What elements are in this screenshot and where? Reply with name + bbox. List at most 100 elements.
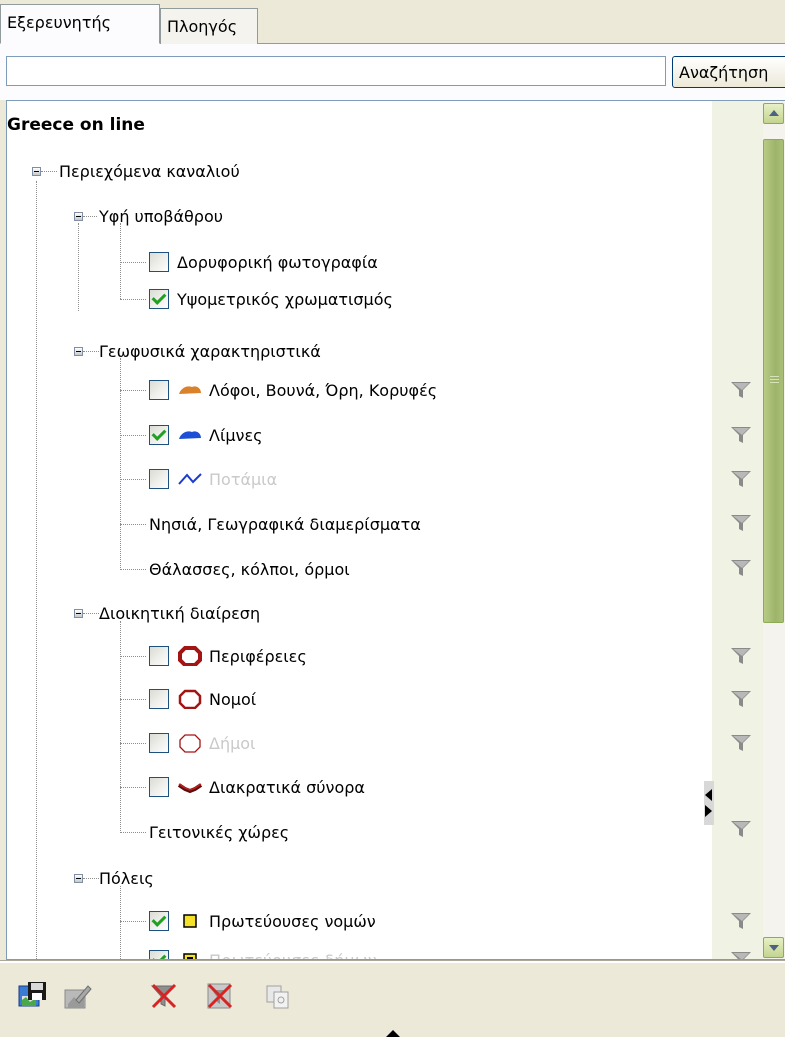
layer-checkbox[interactable] (149, 950, 169, 959)
filter-icon[interactable] (730, 513, 752, 533)
tree-item-islands[interactable]: Νησιά, Γεωγραφικά διαμερίσματα (149, 511, 421, 537)
tree-item-label: Υφή υποβάθρου (99, 206, 223, 226)
tree-item-label: Ποτάμια (209, 469, 278, 489)
lake-icon (177, 425, 203, 445)
mountain-icon (177, 380, 203, 400)
collapse-toggle[interactable] (74, 609, 83, 618)
layer-checkbox[interactable] (149, 646, 169, 666)
layer-checkbox[interactable] (149, 252, 169, 272)
search-button[interactable]: Αναζήτηση (672, 56, 785, 88)
tree-item-label: Νομοί (209, 689, 257, 709)
filter-icon[interactable] (730, 819, 752, 839)
tab-explorer[interactable]: Εξερευνητής (0, 4, 160, 44)
scroll-down-button[interactable] (763, 937, 784, 958)
arrow-up-icon (769, 110, 779, 116)
tree-line (120, 886, 121, 959)
filter-icon[interactable] (730, 646, 752, 666)
tree-item-elevation-coloring[interactable]: Υψομετρικός χρωματισμός (149, 286, 393, 312)
tree-item-mountains[interactable]: Λόφοι, Βουνά, Όρη, Κορυφές (149, 377, 437, 403)
tree-item-municipal-capitals[interactable]: Πρωτεύουσες δήμων (149, 947, 377, 959)
filter-icon[interactable] (730, 911, 752, 931)
tree-item-prefecture-capitals[interactable]: Πρωτεύουσες νομών (149, 908, 376, 934)
tree-item-label: Πρωτεύουσες νομών (209, 911, 376, 931)
grip-icon (770, 376, 779, 385)
layer-checkbox[interactable] (149, 380, 169, 400)
vertical-scrollbar[interactable] (763, 101, 785, 959)
tree-item-label: Λόφοι, Βουνά, Όρη, Κορυφές (209, 380, 438, 400)
tree-item-regions[interactable]: Περιφέρειες (149, 643, 307, 669)
toolbar-separator (0, 960, 785, 963)
tree-line (120, 921, 146, 922)
layer-tree-panel: Greece on line Περιεχόμενα καναλιού Υφή … (6, 100, 785, 960)
resize-grip-icon[interactable] (378, 1028, 408, 1037)
scroll-thumb[interactable] (763, 139, 784, 623)
collapse-toggle[interactable] (74, 874, 83, 883)
tree-line (120, 262, 146, 263)
tree-item-label: Γεωφυσικά χαρακτηριστικά (99, 341, 321, 361)
tree-line (120, 787, 146, 788)
tree-group-administrative[interactable]: Διοικητική διαίρεση (99, 600, 260, 626)
layer-checkbox[interactable] (149, 777, 169, 797)
tree-group-geophysical[interactable]: Γεωφυσικά χαρακτηριστικά (99, 338, 321, 364)
layer-checkbox[interactable] (149, 689, 169, 709)
tree-group-channel-contents[interactable]: Περιεχόμενα καναλιού (59, 158, 240, 184)
tree-item-label: Γειτονικές χώρες (149, 822, 290, 842)
layer-checkbox[interactable] (149, 911, 169, 931)
river-icon (177, 469, 203, 489)
tree-item-satellite-photo[interactable]: Δορυφορική φωτογραφία (149, 249, 378, 275)
tree-item-label: Δήμοι (209, 733, 256, 753)
tree-item-lakes[interactable]: Λίμνες (149, 422, 263, 448)
tree-item-prefectures[interactable]: Νομοί (149, 686, 256, 712)
tree-item-neighbor-countries[interactable]: Γειτονικές χώρες (149, 819, 289, 845)
tree-line (120, 390, 146, 391)
filter-icon[interactable] (730, 689, 752, 709)
tree-group-cities[interactable]: Πόλεις (99, 865, 154, 891)
tree-item-label: Νησιά, Γεωγραφικά διαμερίσματα (149, 514, 421, 534)
prefecture-octagon-icon (177, 689, 203, 710)
save-map-icon[interactable] (16, 980, 48, 1012)
filter-icon[interactable] (730, 558, 752, 578)
layer-checkbox[interactable] (149, 289, 169, 309)
collapse-toggle[interactable] (74, 212, 83, 221)
tree-line (120, 524, 146, 525)
tree-line (120, 479, 146, 480)
tree-item-seas[interactable]: Θάλασσες, κόλποι, όρμοι (149, 556, 350, 582)
search-input[interactable] (6, 56, 666, 86)
panel-splitter[interactable] (704, 781, 714, 825)
filter-icon[interactable] (730, 425, 752, 445)
remove-filter-icon[interactable] (204, 980, 236, 1012)
scroll-up-button[interactable] (763, 103, 784, 124)
layer-checkbox[interactable] (149, 425, 169, 445)
tree-line (120, 832, 146, 833)
layer-checkbox[interactable] (149, 469, 169, 489)
bottom-toolbar (0, 960, 785, 1037)
tree-item-label: Λίμνες (209, 425, 263, 445)
collapse-toggle[interactable] (74, 347, 83, 356)
tab-navigator[interactable]: Πλοηγός (160, 8, 258, 44)
tree-line (120, 699, 146, 700)
tree-item-label: Περιεχόμενα καναλιού (59, 161, 240, 181)
edit-map-icon[interactable] (62, 980, 94, 1012)
expand-arrow-icon (705, 805, 712, 817)
tree-item-borders[interactable]: Διακρατικά σύνορα (149, 774, 365, 800)
clear-filter-icon[interactable] (148, 980, 180, 1012)
tree-line (120, 621, 121, 833)
tree-line (83, 878, 99, 879)
filter-icon[interactable] (730, 469, 752, 489)
tree-line (120, 569, 146, 570)
filter-icon[interactable] (730, 733, 752, 753)
filter-icon[interactable] (730, 950, 752, 960)
tree-item-label: Δορυφορική φωτογραφία (177, 252, 378, 272)
tree-item-label: Πόλεις (99, 868, 154, 888)
tree-item-rivers[interactable]: Ποτάμια (149, 466, 277, 492)
tree-line (120, 656, 146, 657)
tree-line (41, 171, 57, 172)
filter-icon[interactable] (730, 380, 752, 400)
layer-checkbox[interactable] (149, 733, 169, 753)
tree-line (83, 216, 97, 217)
collapse-toggle[interactable] (32, 167, 41, 176)
tree-item-municipalities[interactable]: Δήμοι (149, 730, 255, 756)
copy-icon[interactable] (262, 980, 294, 1012)
tree-group-background-texture[interactable]: Υφή υποβάθρου (99, 203, 223, 229)
tree-item-label: Διακρατικά σύνορα (209, 777, 365, 797)
